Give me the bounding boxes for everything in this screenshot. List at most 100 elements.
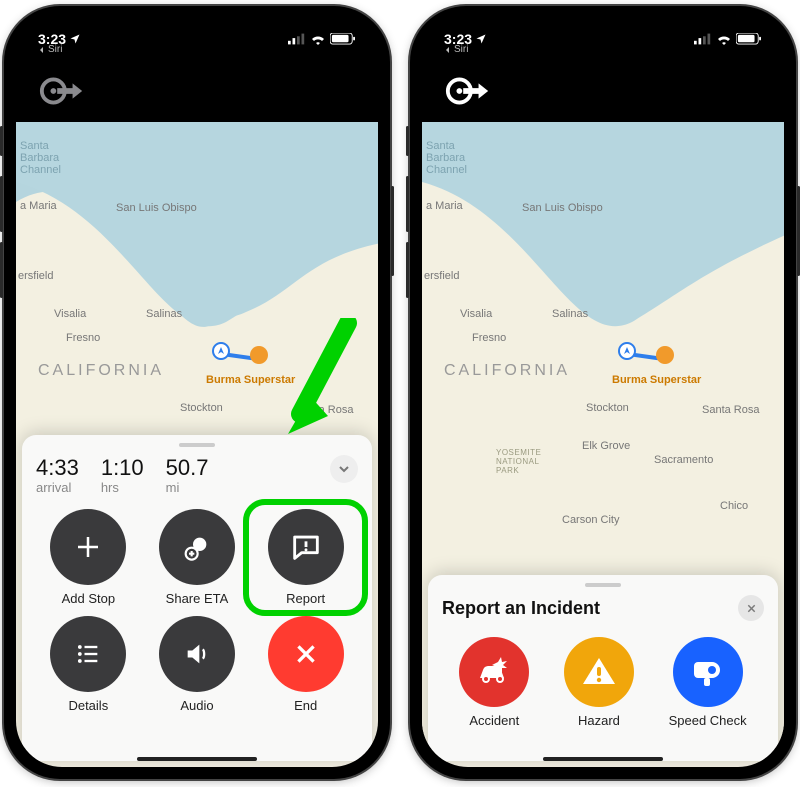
close-icon	[293, 641, 319, 667]
end-label: End	[294, 698, 317, 713]
share-eta-label: Share ETA	[166, 591, 229, 606]
home-indicator[interactable]	[137, 757, 257, 761]
share-eta-icon	[181, 531, 213, 563]
incident-accident[interactable]: Accident	[459, 637, 529, 728]
chevron-left-icon	[38, 46, 46, 54]
place-carson-city: Carson City	[562, 514, 619, 526]
place-burma: Burma Superstar	[612, 374, 701, 386]
current-location-pin[interactable]	[618, 342, 636, 360]
place-visalia: Visalia	[460, 308, 492, 320]
stat-duration: 1:10 hrs	[101, 455, 144, 495]
notch	[518, 18, 688, 44]
location-icon	[69, 33, 81, 45]
notch	[112, 18, 282, 44]
accident-icon	[474, 652, 514, 692]
place-ersfield: ersfield	[18, 270, 53, 282]
destination-pin[interactable]	[250, 346, 268, 364]
destination-pin[interactable]	[656, 346, 674, 364]
distance-label: mi	[166, 480, 209, 495]
place-amaria: a Maria	[20, 200, 57, 212]
details-button[interactable]: Details	[36, 616, 141, 713]
battery-icon	[736, 33, 762, 45]
report-button[interactable]: Report	[243, 499, 368, 616]
exit-icon[interactable]	[38, 71, 86, 111]
trip-stats: 4:33 arrival 1:10 hrs 50.7 mi	[36, 455, 358, 495]
chevron-left-icon	[444, 46, 452, 54]
end-button[interactable]: End	[253, 616, 358, 713]
report-label: Report	[286, 591, 325, 606]
close-button[interactable]	[738, 595, 764, 621]
back-to-siri[interactable]: Siri	[444, 44, 468, 55]
hazard-label: Hazard	[578, 713, 620, 728]
incident-hazard[interactable]: Hazard	[564, 637, 634, 728]
place-yosemite: YOSEMITE NATIONAL PARK	[496, 448, 541, 475]
siri-label: Siri	[48, 44, 62, 55]
add-stop-button[interactable]: Add Stop	[36, 509, 141, 606]
plus-icon	[73, 532, 103, 562]
place-salinas: Salinas	[146, 308, 182, 320]
siri-label: Siri	[454, 44, 468, 55]
stat-arrival: 4:33 arrival	[36, 455, 79, 495]
place-santa-rosa: Santa Rosa	[296, 404, 353, 416]
place-ersfield: ersfield	[424, 270, 459, 282]
current-location-pin[interactable]	[212, 342, 230, 360]
details-label: Details	[68, 698, 108, 713]
collapse-button[interactable]	[330, 455, 358, 483]
stat-distance: 50.7 mi	[166, 455, 209, 495]
nav-banner	[422, 60, 784, 122]
incident-options: Accident Hazard	[442, 637, 764, 734]
cellular-icon	[288, 33, 306, 45]
phone-left: 3:23 Siri	[4, 6, 390, 779]
place-burma: Burma Superstar	[206, 374, 295, 386]
cellular-icon	[694, 33, 712, 45]
add-stop-label: Add Stop	[62, 591, 116, 606]
place-santa-barbara: Santa Barbara Channel	[426, 140, 467, 176]
home-indicator[interactable]	[543, 757, 663, 761]
actions-grid: Add Stop Share ETA Report Details Audio	[36, 509, 358, 713]
grabber[interactable]	[179, 443, 215, 447]
distance-value: 50.7	[166, 455, 209, 481]
report-icon	[289, 530, 323, 564]
place-fresno: Fresno	[66, 332, 100, 344]
speed-check-label: Speed Check	[669, 713, 747, 728]
close-icon	[746, 603, 757, 614]
speed-check-icon	[688, 652, 728, 692]
place-sacramento: Sacramento	[654, 454, 713, 466]
hazard-icon	[579, 652, 619, 692]
arrival-label: arrival	[36, 480, 79, 495]
navigation-card: 4:33 arrival 1:10 hrs 50.7 mi A	[22, 435, 372, 761]
sheet-title: Report an Incident	[442, 598, 600, 619]
list-icon	[74, 640, 102, 668]
place-amaria: a Maria	[426, 200, 463, 212]
grabber[interactable]	[585, 583, 621, 587]
audio-label: Audio	[180, 698, 213, 713]
chevron-down-icon	[338, 463, 350, 475]
incident-speed-check[interactable]: Speed Check	[669, 637, 747, 728]
place-san-luis-obispo: San Luis Obispo	[116, 202, 197, 214]
share-eta-button[interactable]: Share ETA	[145, 509, 250, 606]
place-visalia: Visalia	[54, 308, 86, 320]
location-icon	[475, 33, 487, 45]
place-stockton: Stockton	[586, 402, 629, 414]
place-california: CALIFORNIA	[444, 362, 570, 380]
place-santa-barbara: Santa Barbara Channel	[20, 140, 61, 176]
audio-button[interactable]: Audio	[145, 616, 250, 713]
wifi-icon	[716, 33, 732, 45]
wifi-icon	[310, 33, 326, 45]
exit-icon[interactable]	[444, 71, 492, 111]
place-salinas: Salinas	[552, 308, 588, 320]
duration-value: 1:10	[101, 455, 144, 481]
accident-label: Accident	[469, 713, 519, 728]
phone-right: 3:23 Siri	[410, 6, 796, 779]
place-stockton: Stockton	[180, 402, 223, 414]
speaker-icon	[183, 640, 211, 668]
arrival-value: 4:33	[36, 455, 79, 481]
place-chico: Chico	[720, 500, 748, 512]
place-santa-rosa: Santa Rosa	[702, 404, 759, 416]
battery-icon	[330, 33, 356, 45]
place-san-luis-obispo: San Luis Obispo	[522, 202, 603, 214]
duration-label: hrs	[101, 480, 144, 495]
place-elk-grove: Elk Grove	[582, 440, 630, 452]
nav-banner	[16, 60, 378, 122]
back-to-siri[interactable]: Siri	[38, 44, 62, 55]
